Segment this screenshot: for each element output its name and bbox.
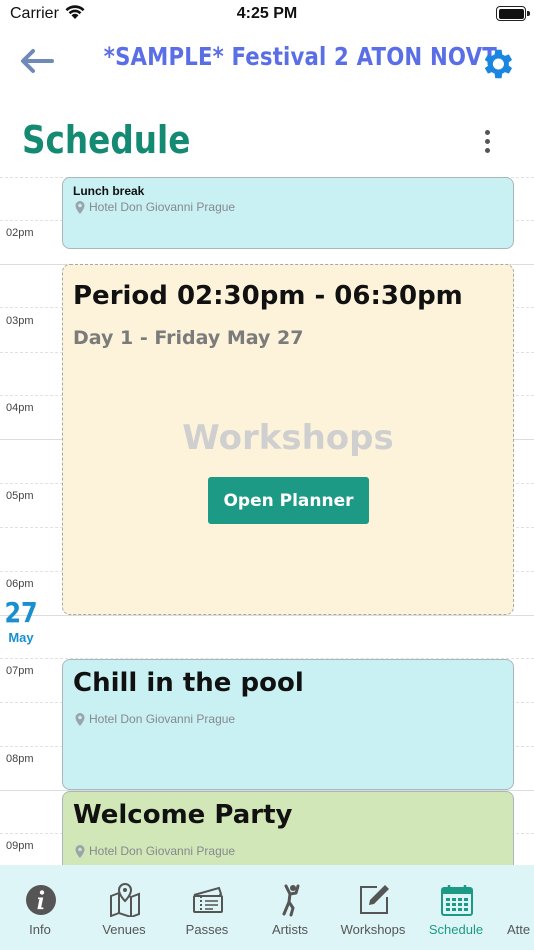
location-pin-icon bbox=[75, 844, 85, 858]
event-location-text: Hotel Don Giovanni Prague bbox=[89, 200, 236, 214]
date-marker: 27 May bbox=[0, 596, 42, 646]
event-chill-pool[interactable]: Chill in the pool Hotel Don Giovanni Pra… bbox=[62, 659, 514, 790]
tab-label: Venues bbox=[102, 922, 146, 937]
tab-label: Artists bbox=[271, 922, 309, 937]
event-title: Lunch break bbox=[73, 184, 145, 198]
event-location-text: Hotel Don Giovanni Prague bbox=[89, 844, 236, 858]
event-location: Hotel Don Giovanni Prague bbox=[75, 844, 235, 858]
event-location: Hotel Don Giovanni Prague bbox=[75, 712, 235, 726]
event-location: Hotel Don Giovanni Prague bbox=[75, 200, 235, 214]
tab-attendees[interactable]: Atte bbox=[499, 865, 534, 950]
event-workshop-period[interactable]: Period 02:30pm - 06:30pm Day 1 - Friday … bbox=[62, 264, 514, 615]
event-title: Chill in the pool bbox=[73, 668, 304, 698]
tab-info[interactable]: Info bbox=[0, 865, 80, 950]
page-title: Schedule bbox=[22, 118, 191, 162]
event-title: Welcome Party bbox=[73, 800, 293, 830]
location-pin-icon bbox=[75, 200, 85, 214]
schedule-timeline[interactable]: 02pm 03pm 04pm 05pm 06pm 07pm 08pm 09pm … bbox=[0, 175, 534, 865]
gear-icon[interactable] bbox=[478, 45, 516, 83]
tab-workshops[interactable]: Workshops bbox=[333, 865, 413, 950]
period-day: Day 1 - Friday May 27 bbox=[73, 327, 304, 349]
tab-artists[interactable]: Artists bbox=[250, 865, 330, 950]
festival-title: *SAMPLE* Festival 2 ATON NOVT bbox=[103, 42, 497, 71]
back-arrow-icon[interactable] bbox=[18, 46, 56, 76]
map-icon bbox=[110, 883, 140, 917]
event-welcome-party[interactable]: Welcome Party Hotel Don Giovanni Prague bbox=[62, 791, 514, 865]
open-planner-button[interactable]: Open Planner bbox=[208, 477, 369, 524]
tab-label: Passes bbox=[185, 922, 229, 937]
hour-label: 09pm bbox=[6, 840, 34, 852]
nav-bar: *SAMPLE* Festival 2 ATON NOVT bbox=[0, 36, 534, 86]
hour-label: 02pm bbox=[6, 227, 34, 239]
date-day: 27 bbox=[4, 596, 38, 629]
location-pin-icon bbox=[75, 712, 85, 726]
period-title: Period 02:30pm - 06:30pm bbox=[73, 281, 463, 311]
hour-label: 05pm bbox=[6, 490, 34, 502]
status-bar: Carrier 4:25 PM bbox=[0, 0, 534, 28]
tab-label: Schedule bbox=[428, 922, 484, 937]
event-location-text: Hotel Don Giovanni Prague bbox=[89, 712, 236, 726]
hour-label: 03pm bbox=[6, 315, 34, 327]
tab-label: Info bbox=[29, 922, 51, 937]
tab-schedule[interactable]: Schedule bbox=[416, 865, 496, 950]
hour-label: 07pm bbox=[6, 665, 34, 677]
tab-venues[interactable]: Venues bbox=[84, 865, 164, 950]
status-time: 4:25 PM bbox=[236, 5, 298, 22]
dancer-icon bbox=[282, 884, 300, 917]
tab-passes[interactable]: Passes bbox=[167, 865, 247, 950]
calendar-icon bbox=[441, 885, 473, 916]
hour-label: 04pm bbox=[6, 402, 34, 414]
period-type: Workshops bbox=[182, 418, 394, 458]
tab-bar: Info Venues Passes Artists Workshops Sch… bbox=[0, 865, 534, 950]
hour-label: 08pm bbox=[6, 753, 34, 765]
ticket-icon bbox=[193, 886, 223, 913]
info-icon bbox=[26, 885, 56, 915]
edit-icon bbox=[360, 885, 389, 914]
more-options-icon[interactable] bbox=[476, 130, 498, 160]
battery-icon bbox=[496, 6, 530, 21]
date-month: May bbox=[8, 630, 34, 645]
tab-label: Atte bbox=[507, 922, 531, 937]
event-lunch-break[interactable]: Lunch break Hotel Don Giovanni Prague bbox=[62, 177, 514, 249]
grid-line bbox=[0, 615, 534, 616]
tab-label: Workshops bbox=[340, 922, 406, 937]
hour-label: 06pm bbox=[6, 578, 34, 590]
